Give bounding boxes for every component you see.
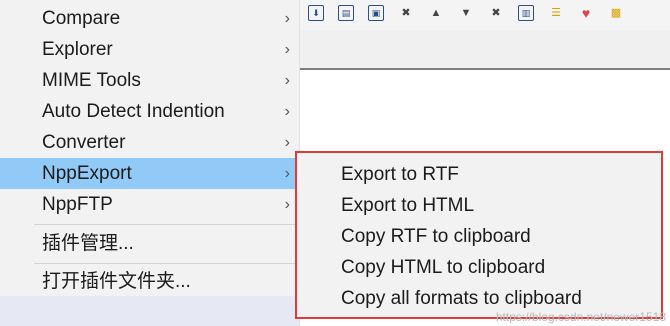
watermark: https://blog.csdn.net/newer1518: [495, 310, 666, 324]
menu-separator: [34, 263, 296, 264]
chevron-right-icon: ›: [284, 41, 290, 58]
submenu-item-label: Export to HTML: [341, 195, 475, 216]
tab-strip: [300, 30, 670, 70]
submenu-item-export-html[interactable]: Export to HTML: [297, 190, 661, 221]
submenu-item-label: Copy RTF to clipboard: [341, 226, 531, 247]
menu-item-label: 插件管理...: [42, 233, 134, 254]
triangle-up-icon[interactable]: ▲: [428, 5, 444, 21]
editor-toolbar: ⬇ ▤ ▣ ✖ ▲ ▼ ✖ ▥ ☰ ♥ ▩: [300, 0, 670, 30]
menu-item-nppexport[interactable]: NppExport ›: [0, 158, 300, 189]
menu-item-nppftp[interactable]: NppFTP ›: [0, 189, 300, 220]
editor-area[interactable]: [300, 70, 670, 150]
document-icon[interactable]: ▥: [518, 5, 534, 21]
menu-item-auto-detect-indention[interactable]: Auto Detect Indention ›: [0, 96, 300, 127]
submenu-item-export-rtf[interactable]: Export to RTF: [297, 159, 661, 190]
chevron-right-icon: ›: [284, 196, 290, 213]
menu-item-converter[interactable]: Converter ›: [0, 127, 300, 158]
menu-bottom-strip: [0, 296, 299, 326]
submenu-item-label: Copy HTML to clipboard: [341, 257, 546, 278]
submenu-item-copy-html[interactable]: Copy HTML to clipboard: [297, 252, 661, 283]
panel-icon[interactable]: ▤: [338, 5, 354, 21]
menu-separator: [34, 224, 296, 225]
playback-icon[interactable]: ✖: [488, 5, 504, 21]
menu-item-open-plugins-folder[interactable]: 打开插件文件夹...: [0, 266, 300, 297]
folder-icon[interactable]: ▩: [608, 5, 624, 21]
chevron-right-icon: ›: [284, 103, 290, 120]
nppexport-submenu: Export to RTF Export to HTML Copy RTF to…: [295, 151, 663, 319]
menu-item-label: Auto Detect Indention: [42, 101, 225, 122]
menu-item-label: Explorer: [42, 39, 113, 60]
menu-item-label: Converter: [42, 132, 126, 153]
monitor-icon[interactable]: ▣: [368, 5, 384, 21]
chevron-right-icon: ›: [284, 134, 290, 151]
submenu-item-label: Export to RTF: [341, 164, 459, 185]
menu-item-label: Compare: [42, 8, 121, 29]
chevron-right-icon: ›: [284, 72, 290, 89]
menu-item-label: MIME Tools: [42, 70, 141, 91]
menu-item-explorer[interactable]: Explorer ›: [0, 34, 300, 65]
macro-icon[interactable]: ✖: [398, 5, 414, 21]
plugins-menu: Compare › Explorer › MIME Tools › Auto D…: [0, 0, 300, 326]
menu-item-plugin-manager[interactable]: 插件管理...: [0, 228, 300, 259]
menu-item-label: NppExport: [42, 163, 132, 184]
triangle-down-icon[interactable]: ▼: [458, 5, 474, 21]
menu-item-label: NppFTP: [42, 194, 113, 215]
menu-item-compare[interactable]: Compare ›: [0, 3, 300, 34]
heart-icon[interactable]: ♥: [578, 5, 594, 21]
menu-item-mime-tools[interactable]: MIME Tools ›: [0, 65, 300, 96]
chevron-right-icon: ›: [284, 10, 290, 27]
bookmark-icon[interactable]: ⬇: [308, 5, 324, 21]
spellcheck-icon[interactable]: ☰: [548, 5, 564, 21]
submenu-item-copy-rtf[interactable]: Copy RTF to clipboard: [297, 221, 661, 252]
chevron-right-icon: ›: [284, 165, 290, 182]
menu-item-label: 打开插件文件夹...: [42, 271, 191, 292]
